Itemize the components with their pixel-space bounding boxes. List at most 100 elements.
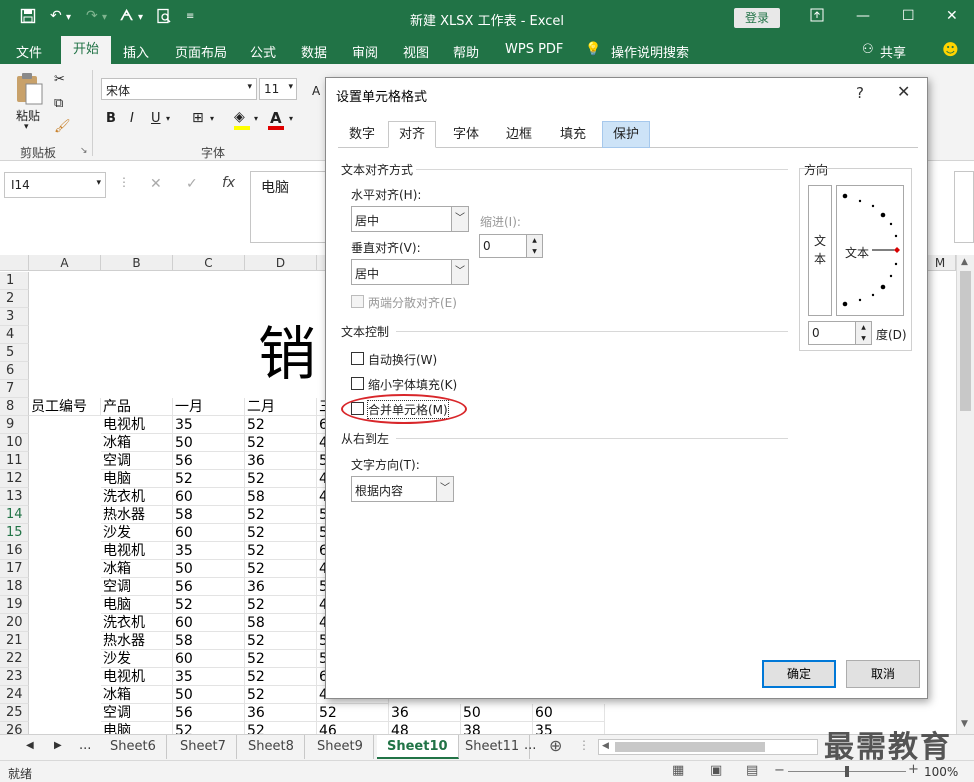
cell[interactable]: 52 — [245, 650, 317, 668]
cell[interactable]: 热水器 — [101, 506, 173, 524]
tab-data[interactable]: 数据 — [301, 42, 327, 61]
close-window-icon[interactable]: ✕ — [946, 8, 958, 24]
cell[interactable]: 52 — [245, 542, 317, 560]
cell[interactable]: 38 — [461, 722, 533, 734]
underline-button[interactable]: U — [151, 111, 161, 126]
font-size-up-icon[interactable]: A — [312, 84, 320, 98]
spin-down-icon[interactable]: ▼ — [855, 333, 871, 344]
enter-icon[interactable]: ✓ — [186, 176, 198, 192]
font-size-combo[interactable]: 11 ▾ — [259, 78, 297, 100]
spin-down-icon[interactable]: ▼ — [526, 246, 542, 257]
tab-alignment[interactable]: 对齐 — [388, 121, 437, 148]
tab-insert[interactable]: 插入 — [123, 42, 149, 61]
copy-icon[interactable]: ⧉ — [54, 96, 63, 111]
cell[interactable]: 52 — [245, 506, 317, 524]
page-layout-view-icon[interactable]: ▣ — [710, 763, 722, 778]
cell[interactable]: 35 — [173, 668, 245, 686]
cell[interactable]: 52 — [245, 416, 317, 434]
h-scroll-thumb[interactable] — [615, 742, 765, 752]
cancel-icon[interactable]: ✕ — [150, 176, 162, 192]
shrink-to-fit-label[interactable]: 缩小字体填充(K) — [368, 376, 457, 393]
format-painter-icon[interactable]: 🖌 — [54, 119, 71, 134]
font-name-combo[interactable]: 宋体 ▾ — [101, 78, 257, 100]
cell[interactable]: 52 — [245, 722, 317, 734]
row-header[interactable]: 1 — [0, 272, 29, 290]
cell[interactable]: 52 — [245, 434, 317, 452]
cell[interactable]: 空调 — [101, 704, 173, 722]
fill-dropdown-icon[interactable]: ▾ — [254, 114, 258, 123]
cell[interactable]: 36 — [389, 704, 461, 722]
tab-help[interactable]: 帮助 — [453, 42, 479, 61]
cut-icon[interactable]: ✂ — [54, 72, 65, 87]
scroll-up-icon[interactable]: ▲ — [961, 257, 968, 267]
italic-button[interactable]: I — [130, 111, 134, 126]
cell[interactable]: 电视机 — [101, 416, 173, 434]
row-header[interactable]: 14 — [0, 506, 29, 524]
help-icon[interactable]: ? — [856, 84, 864, 102]
tab-fill[interactable]: 填充 — [549, 121, 597, 148]
cell[interactable]: 35 — [173, 542, 245, 560]
tab-split-grip-icon[interactable]: ⋮ — [578, 738, 590, 752]
tab-border[interactable]: 边框 — [495, 121, 543, 148]
ok-button[interactable]: 确定 — [762, 660, 836, 688]
border-icon[interactable]: ⊞ — [192, 110, 204, 126]
row-header[interactable]: 13 — [0, 488, 29, 506]
cell[interactable]: 50 — [173, 686, 245, 704]
column-header[interactable]: C — [173, 255, 245, 271]
close-icon[interactable]: ✕ — [897, 82, 910, 101]
cell[interactable]: 沙发 — [101, 650, 173, 668]
row-header[interactable]: 4 — [0, 326, 29, 344]
text-direction-select[interactable]: 根据内容 ﹀ — [351, 476, 454, 502]
cell[interactable]: 50 — [173, 560, 245, 578]
cell[interactable]: 36 — [245, 578, 317, 596]
cell[interactable]: 58 — [245, 488, 317, 506]
row-header[interactable]: 12 — [0, 470, 29, 488]
cell[interactable]: 产品 — [101, 398, 173, 416]
cell[interactable]: 52 — [245, 596, 317, 614]
row-header[interactable]: 21 — [0, 632, 29, 650]
tab-home[interactable]: 开始 — [61, 36, 112, 64]
sheet-tab[interactable]: Sheet11 — [455, 735, 531, 759]
scroll-down-icon[interactable]: ▼ — [961, 719, 968, 729]
zoom-level[interactable]: 100% — [924, 765, 958, 779]
cell[interactable]: 电视机 — [101, 668, 173, 686]
page-break-view-icon[interactable]: ▤ — [746, 763, 758, 778]
wrap-text-checkbox[interactable] — [351, 352, 364, 365]
row-header[interactable]: 18 — [0, 578, 29, 596]
cell[interactable]: 60 — [173, 614, 245, 632]
row-header[interactable]: 16 — [0, 542, 29, 560]
cell[interactable]: 50 — [461, 704, 533, 722]
sheet-tab[interactable]: Sheet6 — [100, 735, 167, 759]
font-color-dropdown-icon[interactable]: ▾ — [289, 114, 293, 123]
cell[interactable]: 沙发 — [101, 524, 173, 542]
cell[interactable]: 52 — [245, 470, 317, 488]
cell[interactable]: 电脑 — [101, 470, 173, 488]
column-header[interactable]: B — [101, 255, 173, 271]
shrink-to-fit-checkbox[interactable] — [351, 377, 364, 390]
row-header[interactable]: 11 — [0, 452, 29, 470]
tab-review[interactable]: 审阅 — [352, 42, 378, 61]
cell[interactable]: 空调 — [101, 578, 173, 596]
sheet-tab[interactable]: Sheet9 — [307, 735, 374, 759]
cell[interactable]: 热水器 — [101, 632, 173, 650]
tell-me-search[interactable]: 操作说明搜索 — [611, 42, 689, 61]
paste-icon[interactable] — [14, 72, 46, 109]
cell[interactable]: 52 — [173, 722, 245, 734]
tab-font[interactable]: 字体 — [442, 121, 490, 148]
cell[interactable]: 52 — [173, 596, 245, 614]
cell[interactable]: 36 — [245, 704, 317, 722]
cell[interactable]: 58 — [173, 506, 245, 524]
cell[interactable]: 35 — [173, 416, 245, 434]
font-color-icon[interactable]: A — [270, 109, 282, 127]
cell[interactable]: 电脑 — [101, 722, 173, 734]
spin-up-icon[interactable]: ▲ — [855, 322, 871, 333]
cell[interactable]: 52 — [245, 686, 317, 704]
cell[interactable]: 52 — [245, 668, 317, 686]
normal-view-icon[interactable]: ▦ — [672, 763, 684, 778]
tab-formulas[interactable]: 公式 — [250, 42, 276, 61]
row-header[interactable]: 6 — [0, 362, 29, 380]
vertical-align-select[interactable]: 居中 ﹀ — [351, 259, 469, 285]
cell[interactable]: 58 — [173, 632, 245, 650]
maximize-icon[interactable]: ☐ — [902, 8, 915, 24]
border-dropdown-icon[interactable]: ▾ — [210, 114, 214, 123]
